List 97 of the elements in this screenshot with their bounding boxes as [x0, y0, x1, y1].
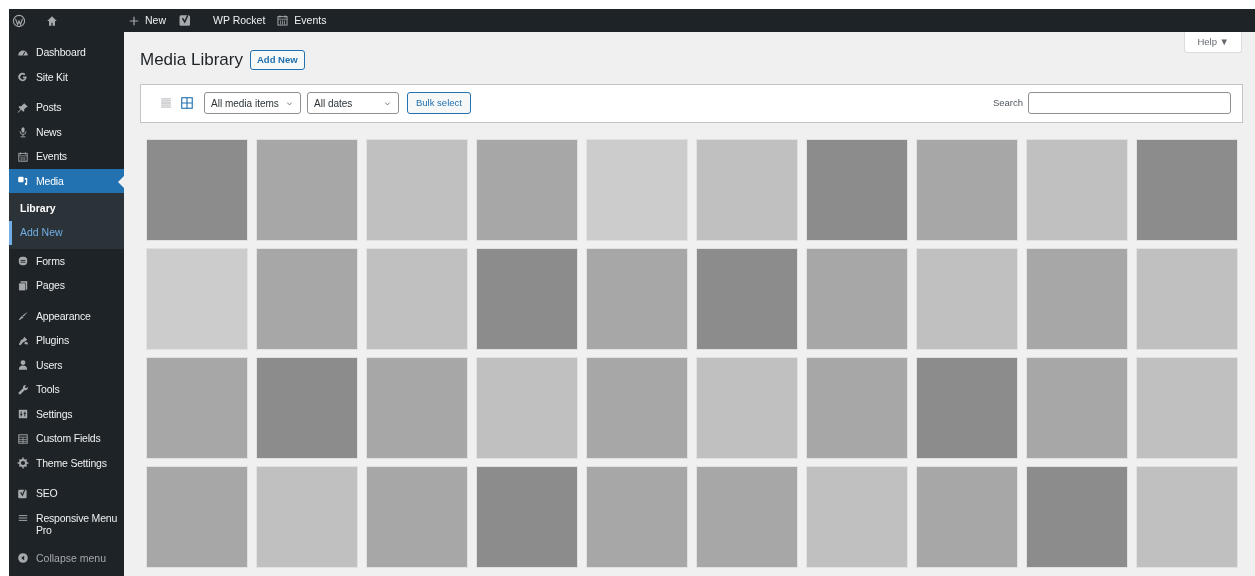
- media-type-filter[interactable]: All media items: [204, 92, 301, 114]
- media-thumbnail[interactable]: [1027, 466, 1127, 567]
- help-tab[interactable]: Help ▼: [1184, 32, 1242, 53]
- media-thumbnail[interactable]: [807, 139, 907, 240]
- media-thumbnail[interactable]: [147, 466, 247, 567]
- media-thumbnail[interactable]: [587, 248, 687, 349]
- menu-icon: [17, 512, 29, 524]
- media-thumbnail[interactable]: [587, 357, 687, 458]
- media-thumbnail[interactable]: [587, 466, 687, 567]
- media-thumbnail[interactable]: [147, 139, 247, 240]
- media-thumbnail[interactable]: [1027, 357, 1127, 458]
- media-thumbnail[interactable]: [477, 466, 577, 567]
- microphone-icon: [17, 126, 29, 138]
- home-link[interactable]: [46, 14, 58, 27]
- sidebar-menu-item[interactable]: Dashboard: [9, 40, 124, 65]
- media-thumbnail[interactable]: [367, 139, 467, 240]
- bulk-select-button[interactable]: Bulk select: [407, 92, 471, 114]
- pages-icon: [17, 279, 29, 292]
- media-thumbnail[interactable]: [257, 466, 357, 567]
- table-icon: [17, 432, 29, 445]
- media-thumbnail[interactable]: [917, 466, 1017, 567]
- sidebar-menu-item[interactable]: Pages: [9, 273, 124, 298]
- media-thumbnail[interactable]: [807, 248, 907, 349]
- calendar-icon: [17, 150, 29, 163]
- sidebar-menu-item[interactable]: SEO: [9, 481, 124, 506]
- sidebar-menu-item[interactable]: Responsive Menu Pro: [9, 505, 124, 543]
- sidebar-menu-item[interactable]: News: [9, 119, 124, 144]
- home-icon: [46, 14, 58, 27]
- media-thumbnail[interactable]: [697, 139, 797, 240]
- media-thumbnail[interactable]: [257, 248, 357, 349]
- media-thumbnail[interactable]: [1137, 357, 1237, 458]
- media-thumbnail[interactable]: [477, 248, 577, 349]
- seo-plugin-icon: [178, 13, 193, 28]
- media-thumbnail[interactable]: [477, 357, 577, 458]
- media-thumbnail[interactable]: [697, 357, 797, 458]
- wp-rocket-link[interactable]: WP Rocket: [213, 12, 266, 29]
- search-label: Search: [992, 95, 1023, 110]
- media-thumbnail[interactable]: [807, 357, 907, 458]
- media-thumbnail[interactable]: [147, 248, 247, 349]
- date-filter[interactable]: All dates: [307, 92, 399, 114]
- add-new-button[interactable]: Add New: [250, 49, 305, 70]
- search-field[interactable]: [1028, 92, 1231, 114]
- media-thumbnail[interactable]: [1137, 466, 1237, 567]
- collapse-menu-button[interactable]: Collapse menu: [9, 544, 124, 573]
- wordpress-menu-link[interactable]: [12, 13, 26, 28]
- media-thumbnail[interactable]: [367, 466, 467, 567]
- pin-icon: [17, 101, 29, 114]
- list-view-icon: [159, 96, 173, 110]
- media-thumbnail[interactable]: [1137, 248, 1237, 349]
- new-content-link[interactable]: New: [128, 9, 166, 32]
- media-thumbnail[interactable]: [917, 248, 1017, 349]
- sidebar-menu-item[interactable]: Plugins: [9, 328, 124, 353]
- sidebar-menu-item[interactable]: Appearance: [9, 303, 124, 328]
- media-thumbnail[interactable]: [1027, 139, 1127, 240]
- wrench-icon: [17, 383, 29, 396]
- paintbrush-icon: [17, 310, 29, 322]
- seo-plugin-icon: [17, 487, 29, 500]
- media-thumbnail[interactable]: [807, 466, 907, 567]
- sidebar-menu-item[interactable]: Site Kit: [9, 64, 124, 89]
- media-thumbnail[interactable]: [697, 466, 797, 567]
- sidebar-menu-item[interactable]: Forms: [9, 248, 124, 273]
- events-link[interactable]: Events: [276, 12, 327, 29]
- media-thumbnail[interactable]: [367, 248, 467, 349]
- sidebar-menu-item[interactable]: Tools: [9, 377, 124, 402]
- settings-icon: [17, 408, 29, 420]
- media-thumbnail[interactable]: [917, 139, 1017, 240]
- sidebar-menu-item[interactable]: Media: [9, 168, 124, 193]
- media-thumbnail[interactable]: [367, 357, 467, 458]
- page-title: Media Library: [140, 49, 243, 71]
- plus-icon: [128, 14, 140, 27]
- calendar-icon: [276, 14, 290, 27]
- sidebar-menu-item[interactable]: Users: [9, 352, 124, 377]
- sidebar-menu-item[interactable]: Events: [9, 144, 124, 169]
- media-thumbnail[interactable]: [1027, 248, 1127, 349]
- sidebar-menu-item[interactable]: Custom Fields: [9, 426, 124, 451]
- form-icon: [17, 255, 29, 267]
- wordpress-logo-icon: [12, 13, 26, 28]
- media-thumbnail[interactable]: [917, 357, 1017, 458]
- list-view-toggle[interactable]: [159, 96, 173, 110]
- media-thumbnail[interactable]: [257, 357, 357, 458]
- grid-view-toggle[interactable]: [180, 96, 194, 110]
- sidebar-menu-item[interactable]: Posts: [9, 95, 124, 120]
- gear-icon: [17, 457, 29, 469]
- user-icon: [17, 359, 29, 371]
- media-thumbnail[interactable]: [147, 357, 247, 458]
- seo-link[interactable]: [178, 13, 193, 28]
- grid-view-icon: [180, 96, 194, 110]
- media-icon: [17, 175, 29, 187]
- google-g-icon: [17, 71, 29, 83]
- media-thumbnail[interactable]: [257, 139, 357, 240]
- media-thumbnail[interactable]: [1137, 139, 1237, 240]
- media-thumbnail[interactable]: [587, 139, 687, 240]
- sidebar-menu-item[interactable]: Settings: [9, 401, 124, 426]
- media-thumbnail[interactable]: [697, 248, 797, 349]
- submenu-item[interactable]: Library: [9, 197, 124, 221]
- sidebar-menu-item[interactable]: Theme Settings: [9, 450, 124, 475]
- media-thumbnail[interactable]: [477, 139, 577, 240]
